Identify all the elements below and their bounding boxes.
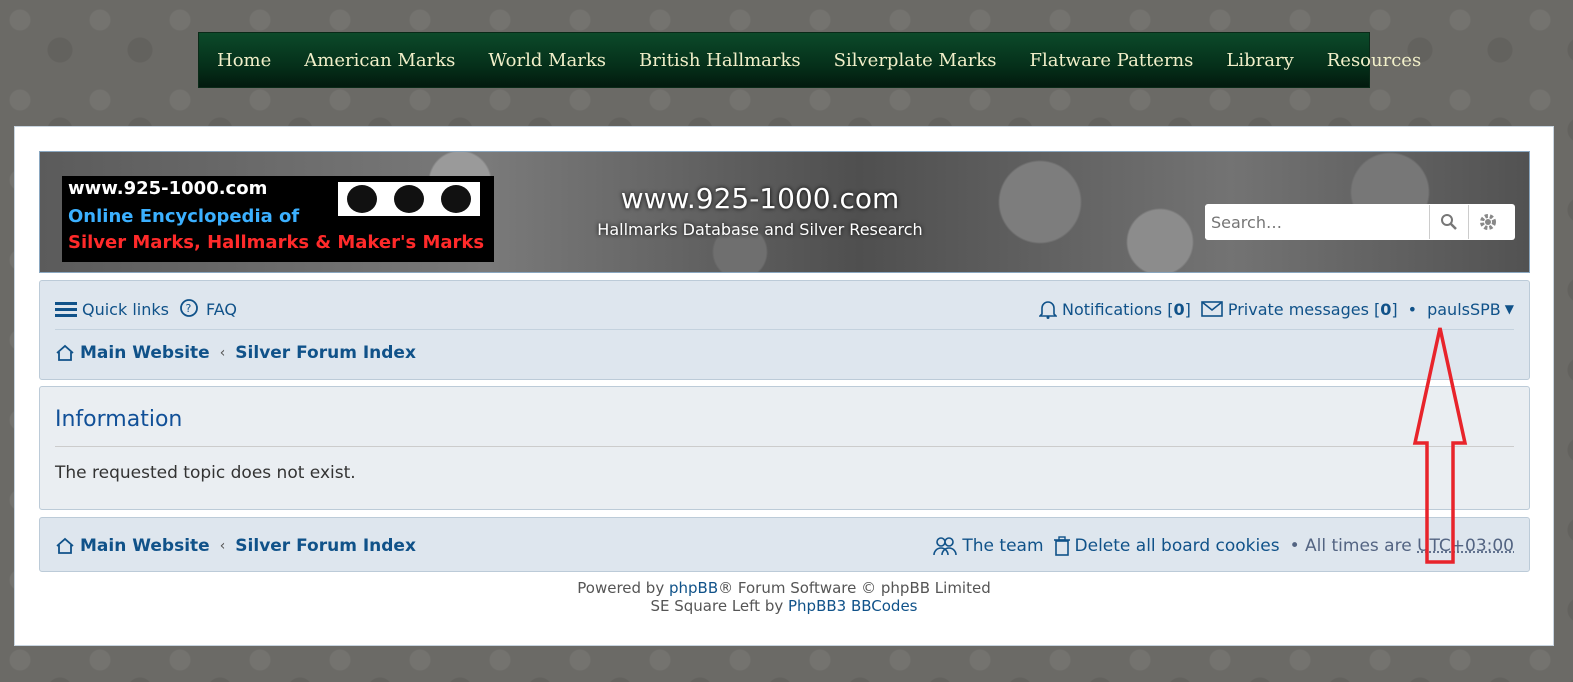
search-box bbox=[1205, 204, 1515, 240]
user-menu[interactable]: paulsSPB ▼ bbox=[1427, 300, 1514, 319]
envelope-icon bbox=[1201, 301, 1223, 317]
home-icon bbox=[56, 344, 74, 361]
breadcrumb-separator: ‹ bbox=[219, 345, 226, 361]
nav-divider bbox=[55, 329, 1514, 330]
site-logo[interactable]: www.925-1000.com Online Encyclopedia of … bbox=[62, 176, 494, 262]
copyright: Powered by phpBB® Forum Software © phpBB… bbox=[15, 579, 1553, 615]
site-description: Hallmarks Database and Silver Research bbox=[597, 220, 923, 239]
advanced-search-button[interactable] bbox=[1468, 205, 1507, 239]
caret-down-icon: ▼ bbox=[1504, 302, 1514, 316]
information-panel: Information The requested topic does not… bbox=[39, 386, 1530, 510]
home-icon bbox=[56, 537, 74, 554]
quick-links-label: Quick links bbox=[82, 299, 169, 319]
topnav-british-hallmarks[interactable]: British Hallmarks bbox=[639, 50, 801, 71]
logo-marks-image bbox=[338, 182, 480, 216]
footer-breadcrumb-main-website[interactable]: Main Website bbox=[80, 536, 210, 556]
faq-label: FAQ bbox=[205, 299, 237, 319]
footer-breadcrumb: Main Website ‹ Silver Forum Index bbox=[55, 536, 416, 556]
topnav-american-marks[interactable]: American Marks bbox=[304, 50, 455, 71]
top-navigation: Home American Marks World Marks British … bbox=[198, 32, 1421, 88]
style-prefix: SE Square Left by bbox=[650, 597, 784, 615]
breadcrumb-separator: ‹ bbox=[219, 538, 226, 554]
bell-icon bbox=[1038, 301, 1057, 319]
style-author-link[interactable]: PhpBB3 BBCodes bbox=[788, 597, 918, 615]
topnav-library[interactable]: Library bbox=[1226, 50, 1293, 71]
trash-icon bbox=[1053, 536, 1070, 556]
quick-links-menu[interactable]: Quick links bbox=[55, 300, 169, 319]
panel-divider bbox=[55, 446, 1514, 447]
topnav-flatware-patterns[interactable]: Flatware Patterns bbox=[1029, 50, 1193, 71]
username: paulsSPB bbox=[1427, 299, 1501, 319]
team-link[interactable]: The team bbox=[933, 536, 1044, 556]
breadcrumb-forum-index[interactable]: Silver Forum Index bbox=[235, 343, 416, 363]
site-title[interactable]: www.925-1000.com bbox=[600, 182, 920, 215]
panel-message: The requested topic does not exist. bbox=[55, 463, 356, 483]
faq-link[interactable]: ? FAQ bbox=[179, 299, 237, 319]
team-icon bbox=[933, 537, 958, 556]
logo-line-1: www.925-1000.com bbox=[68, 178, 268, 199]
site-header: www.925-1000.com Online Encyclopedia of … bbox=[39, 151, 1530, 273]
annotation-arrow-icon bbox=[1412, 327, 1468, 564]
private-messages-label: Private messages bbox=[1227, 299, 1369, 319]
private-messages-link[interactable]: Private messages [0] bbox=[1201, 300, 1398, 319]
topnav-silverplate-marks[interactable]: Silverplate Marks bbox=[834, 50, 997, 71]
faq-icon: ? bbox=[180, 299, 198, 317]
breadcrumb: Main Website ‹ Silver Forum Index bbox=[55, 343, 416, 363]
search-icon bbox=[1441, 214, 1457, 230]
nav-bar: Quick links ? FAQ Notifications [0] Priv… bbox=[39, 280, 1530, 380]
topnav-world-marks[interactable]: World Marks bbox=[488, 50, 606, 71]
search-input[interactable] bbox=[1205, 206, 1429, 238]
timezone-info: • All times are UTC+03:00 bbox=[1289, 536, 1514, 556]
notifications-count: 0 bbox=[1173, 299, 1185, 319]
delete-cookies-link[interactable]: Delete all board cookies bbox=[1053, 536, 1280, 556]
private-messages-count: 0 bbox=[1380, 299, 1392, 319]
svg-text:?: ? bbox=[185, 302, 191, 315]
search-button[interactable] bbox=[1429, 205, 1468, 239]
team-label: The team bbox=[962, 536, 1044, 556]
notifications-link[interactable]: Notifications [0] bbox=[1038, 299, 1191, 319]
topnav-home[interactable]: Home bbox=[217, 50, 271, 71]
phpbb-link[interactable]: phpBB bbox=[669, 579, 718, 597]
timezone-prefix: All times are bbox=[1305, 536, 1412, 556]
footer-nav-bar: Main Website ‹ Silver Forum Index The te… bbox=[39, 517, 1530, 572]
forum-wrapper: www.925-1000.com Online Encyclopedia of … bbox=[14, 126, 1554, 646]
panel-title: Information bbox=[55, 407, 183, 432]
gear-icon bbox=[1480, 214, 1496, 230]
powered-suffix: ® Forum Software © phpBB Limited bbox=[718, 579, 991, 597]
powered-prefix: Powered by bbox=[577, 579, 665, 597]
hamburger-icon bbox=[55, 302, 77, 317]
footer-breadcrumb-forum-index[interactable]: Silver Forum Index bbox=[235, 536, 416, 556]
breadcrumb-main-website[interactable]: Main Website bbox=[80, 343, 210, 363]
logo-line-3: Silver Marks, Hallmarks & Maker's Marks bbox=[68, 232, 485, 253]
delete-cookies-label: Delete all board cookies bbox=[1074, 536, 1280, 556]
logo-line-2: Online Encyclopedia of bbox=[68, 206, 300, 227]
notifications-label: Notifications bbox=[1061, 299, 1163, 319]
bullet-separator: • bbox=[1407, 299, 1418, 319]
topnav-resources[interactable]: Resources bbox=[1327, 50, 1421, 71]
